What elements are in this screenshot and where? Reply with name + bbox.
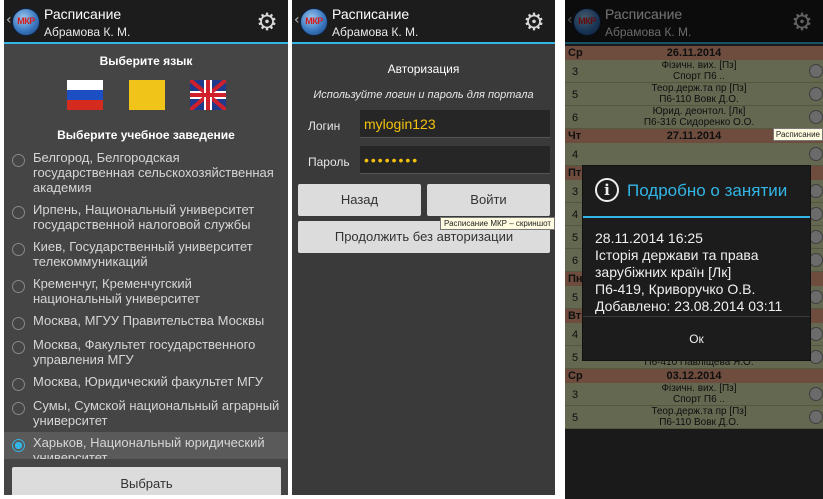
auth-subtitle: Используйте логин и пароль для портала xyxy=(313,89,534,101)
radio-button[interactable] xyxy=(12,341,25,354)
institution-item[interactable]: Киев, Государственный университет телеко… xyxy=(4,236,288,273)
dialog-body: 28.11.2014 16:25 Історія держави та прав… xyxy=(583,218,810,315)
back-chevron-icon[interactable]: ‹ xyxy=(6,12,12,28)
radio-button[interactable] xyxy=(12,243,25,256)
institution-label: Москва, МГУУ Правительства Москвы xyxy=(33,313,265,328)
institution-label: Харьков, Национальный юридический универ… xyxy=(33,435,265,459)
institution-item[interactable]: Сумы, Сумской национальный аграрный унив… xyxy=(4,395,288,432)
app-title: Расписание xyxy=(332,6,410,22)
action-bar: ‹ МКР Расписание Абрамова К. М. ⚙ xyxy=(292,0,555,44)
uk-flag-icon[interactable] xyxy=(190,80,226,110)
screen-authorization: ‹ МКР Расписание Абрамова К. М. ⚙ Автори… xyxy=(292,0,555,495)
user-name: Абрамова К. М. xyxy=(332,25,419,39)
lesson-added: Добавлено: 23.08.2014 03:11 xyxy=(595,298,783,314)
institution-item[interactable]: Ирпень, Национальный университет государ… xyxy=(4,199,288,236)
app-title: Расписание xyxy=(44,6,122,22)
institution-item[interactable]: Кременчуг, Кременчугский национальный ун… xyxy=(4,273,288,310)
russia-flag-icon[interactable] xyxy=(67,80,103,110)
tooltip: Расписание МКР – скриншот xyxy=(440,217,555,230)
radio-button[interactable] xyxy=(12,402,25,415)
select-button[interactable]: Выбрать xyxy=(12,467,281,495)
login-button[interactable]: Войти xyxy=(427,184,550,216)
lesson-details-dialog: i Подробно о занятии 28.11.2014 16:25 Іс… xyxy=(582,165,811,361)
back-button[interactable]: Назад xyxy=(298,184,421,216)
login-field[interactable]: mylogin123 xyxy=(360,110,550,138)
radio-button[interactable] xyxy=(12,439,25,452)
ok-button[interactable]: Ок xyxy=(583,316,810,360)
app-logo[interactable]: МКР xyxy=(300,8,328,36)
lesson-datetime: 28.11.2014 16:25 xyxy=(595,230,703,246)
back-chevron-icon[interactable]: ‹ xyxy=(294,12,300,28)
radio-button[interactable] xyxy=(12,154,25,167)
password-field[interactable]: •••••••• xyxy=(360,146,550,174)
radio-button[interactable] xyxy=(12,317,25,330)
institution-label: Киев, Государственный университет телеко… xyxy=(33,239,253,269)
institution-label: Сумы, Сумской национальный аграрный унив… xyxy=(33,398,280,428)
institution-list[interactable]: Белгород, Белгородская государственная с… xyxy=(4,147,288,459)
user-name: Абрамова К. М. xyxy=(44,25,131,39)
gear-icon[interactable]: ⚙ xyxy=(521,9,547,35)
login-label: Логин xyxy=(308,119,341,133)
screen-language-selection: ‹ МКР Расписание Абрамова К. М. ⚙ Выбери… xyxy=(4,0,288,495)
action-bar: ‹ МКР Расписание Абрамова К. М. ⚙ xyxy=(4,0,288,44)
gear-icon[interactable]: ⚙ xyxy=(254,9,280,35)
institution-item[interactable]: Москва, МГУУ Правительства Москвы xyxy=(4,310,288,334)
screen-schedule: ‹ МКР Расписание Абрамова К. М. ⚙ Ср26.1… xyxy=(565,0,823,499)
radio-button[interactable] xyxy=(12,280,25,293)
lesson-room-teacher: П6-419, Криворучко О.В. xyxy=(595,281,756,297)
institution-label: Ирпень, Национальный университет государ… xyxy=(33,202,255,232)
institution-label: Кременчуг, Кременчугский национальный ун… xyxy=(33,276,200,306)
info-icon: i xyxy=(595,178,619,202)
choose-institution-heading: Выберите учебное заведение xyxy=(57,128,235,142)
institution-item[interactable]: Москва, Факультет государственного управ… xyxy=(4,334,288,371)
choose-language-heading: Выберите язык xyxy=(99,54,193,68)
logo-text: МКР xyxy=(305,16,323,26)
institution-label: Белгород, Белгородская государственная с… xyxy=(33,150,274,195)
dialog-header: i Подробно о занятии xyxy=(583,166,810,218)
radio-button[interactable] xyxy=(12,378,25,391)
institution-label: Москва, Факультет государственного управ… xyxy=(33,337,256,367)
auth-title: Авторизация xyxy=(387,62,460,76)
lesson-subject: Історія держави та права зарубіжних краї… xyxy=(595,247,759,280)
institution-item[interactable]: Харьков, Национальный юридический универ… xyxy=(4,432,288,459)
radio-button[interactable] xyxy=(12,206,25,219)
institution-item[interactable]: Белгород, Белгородская государственная с… xyxy=(4,147,288,199)
dialog-title: Подробно о занятии xyxy=(627,181,788,200)
app-logo[interactable]: МКР xyxy=(12,8,40,36)
tooltip: Расписание xyxy=(772,128,823,141)
institution-item[interactable]: Москва, Юридический факультет МГУ xyxy=(4,371,288,395)
ukraine-flag-icon[interactable] xyxy=(129,80,165,110)
logo-text: МКР xyxy=(17,16,35,26)
password-label: Пароль xyxy=(308,155,350,169)
institution-label: Москва, Юридический факультет МГУ xyxy=(33,374,264,389)
